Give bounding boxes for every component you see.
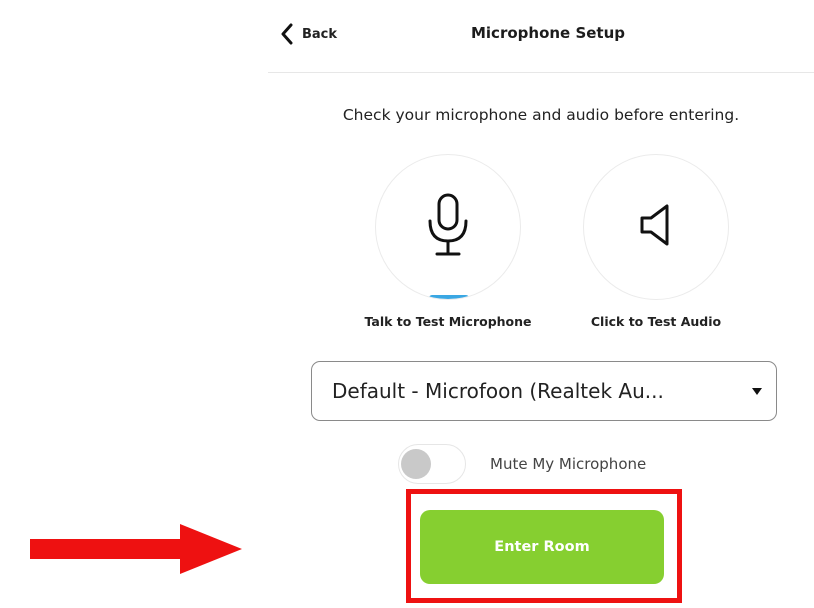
- mute-microphone-toggle[interactable]: [398, 444, 466, 484]
- speaker-icon: [639, 203, 673, 251]
- microphone-device-select[interactable]: Default - Microfoon (Realtek Au...: [311, 361, 777, 421]
- header: Back Microphone Setup: [268, 0, 814, 73]
- page-title: Microphone Setup: [470, 24, 626, 42]
- microphone-icon: [425, 193, 471, 261]
- microphone-level-bar: [429, 295, 469, 299]
- test-audio-label: Click to Test Audio: [590, 314, 722, 329]
- annotation-arrow-icon: [30, 524, 242, 574]
- test-microphone-button[interactable]: [375, 154, 521, 300]
- test-audio-button[interactable]: [583, 154, 729, 300]
- instructions-text: Check your microphone and audio before e…: [342, 106, 740, 124]
- caret-down-icon: [752, 387, 762, 395]
- mute-microphone-label: Mute My Microphone: [490, 455, 647, 473]
- annotation-highlight-box: [406, 489, 682, 603]
- selected-device: Default - Microfoon (Realtek Au...: [332, 379, 664, 403]
- test-microphone-label: Talk to Test Microphone: [364, 314, 532, 329]
- toggle-knob: [401, 449, 431, 479]
